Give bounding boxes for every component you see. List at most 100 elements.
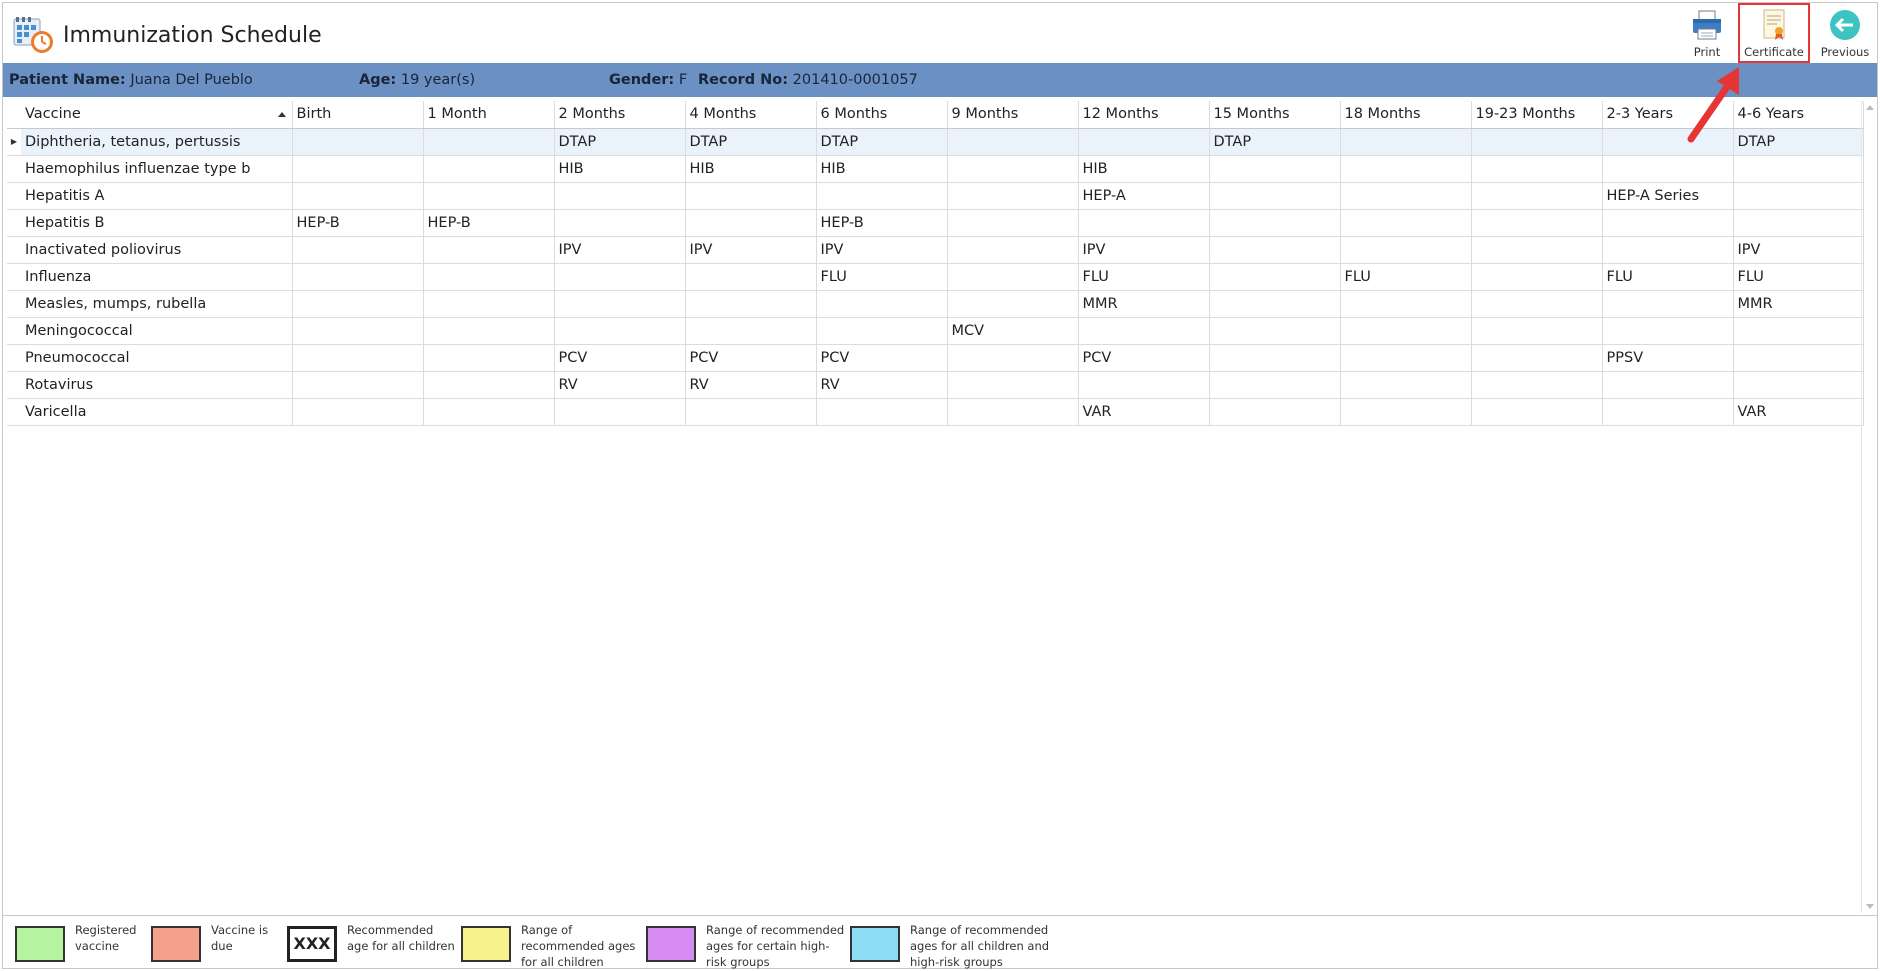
schedule-cell[interactable] bbox=[554, 290, 686, 318]
schedule-cell[interactable]: FLU bbox=[816, 263, 948, 291]
row-indicator[interactable] bbox=[7, 155, 21, 183]
schedule-cell[interactable]: PCV bbox=[554, 344, 686, 372]
schedule-cell[interactable] bbox=[816, 398, 948, 426]
schedule-cell[interactable]: HEP-B bbox=[816, 209, 948, 237]
vaccine-name-cell[interactable]: Influenza bbox=[21, 263, 293, 291]
row-indicator[interactable] bbox=[7, 290, 21, 318]
schedule-cell[interactable] bbox=[1733, 371, 1864, 399]
column-header-birth[interactable]: Birth bbox=[292, 101, 424, 129]
schedule-cell[interactable]: HEP-B bbox=[423, 209, 555, 237]
schedule-cell[interactable]: HIB bbox=[554, 155, 686, 183]
schedule-cell[interactable] bbox=[1471, 155, 1603, 183]
schedule-cell[interactable] bbox=[423, 128, 555, 156]
schedule-cell[interactable] bbox=[1471, 263, 1603, 291]
schedule-cell[interactable] bbox=[1209, 317, 1341, 345]
vaccine-name-cell[interactable]: Measles, mumps, rubella bbox=[21, 290, 293, 318]
table-row[interactable]: Meningococcal MCV bbox=[7, 317, 1864, 345]
schedule-cell[interactable]: FLU bbox=[1340, 263, 1472, 291]
schedule-cell[interactable] bbox=[947, 236, 1079, 264]
vaccine-name-cell[interactable]: Meningococcal bbox=[21, 317, 293, 345]
schedule-cell[interactable]: HEP-A Series bbox=[1602, 182, 1734, 210]
schedule-cell[interactable] bbox=[292, 128, 424, 156]
schedule-cell[interactable]: FLU bbox=[1602, 263, 1734, 291]
schedule-cell[interactable]: RV bbox=[554, 371, 686, 399]
schedule-cell[interactable] bbox=[1602, 209, 1734, 237]
schedule-cell[interactable] bbox=[1471, 182, 1603, 210]
schedule-cell[interactable]: PCV bbox=[1078, 344, 1210, 372]
schedule-cell[interactable] bbox=[1733, 155, 1864, 183]
schedule-cell[interactable]: RV bbox=[685, 371, 817, 399]
schedule-cell[interactable] bbox=[685, 398, 817, 426]
schedule-cell[interactable] bbox=[1209, 155, 1341, 183]
schedule-cell[interactable] bbox=[816, 182, 948, 210]
schedule-cell[interactable] bbox=[554, 263, 686, 291]
schedule-cell[interactable] bbox=[1471, 398, 1603, 426]
schedule-cell[interactable] bbox=[947, 182, 1079, 210]
row-indicator[interactable] bbox=[7, 317, 21, 345]
table-row[interactable]: ▶ Diphtheria, tetanus, pertussis DTAP DTAP D… bbox=[7, 128, 1864, 156]
schedule-cell[interactable] bbox=[947, 263, 1079, 291]
table-row[interactable]: Pneumococcal PCV PCV PCV PCV PPSV bbox=[7, 344, 1864, 372]
schedule-cell[interactable] bbox=[423, 371, 555, 399]
schedule-cell[interactable] bbox=[685, 263, 817, 291]
schedule-cell[interactable] bbox=[685, 317, 817, 345]
certificate-button[interactable]: Certificate bbox=[1738, 3, 1810, 63]
table-row[interactable]: Influenza FLU FLU FLU FLU FLU bbox=[7, 263, 1864, 291]
schedule-cell[interactable] bbox=[1340, 182, 1472, 210]
schedule-cell[interactable]: MCV bbox=[947, 317, 1079, 345]
schedule-cell[interactable]: RV bbox=[816, 371, 948, 399]
scroll-down-icon[interactable] bbox=[1866, 904, 1874, 909]
schedule-cell[interactable] bbox=[1340, 344, 1472, 372]
table-row[interactable]: Varicella VAR VAR bbox=[7, 398, 1864, 426]
table-row[interactable]: Measles, mumps, rubella MMR MMR bbox=[7, 290, 1864, 318]
schedule-cell[interactable] bbox=[1209, 209, 1341, 237]
previous-button[interactable]: Previous bbox=[1817, 7, 1873, 61]
column-header-19-23-months[interactable]: 19-23 Months bbox=[1471, 101, 1603, 129]
schedule-cell[interactable] bbox=[292, 236, 424, 264]
schedule-cell[interactable] bbox=[1733, 317, 1864, 345]
schedule-cell[interactable] bbox=[1340, 209, 1472, 237]
vaccine-name-cell[interactable]: Diphtheria, tetanus, pertussis bbox=[21, 128, 293, 156]
schedule-cell[interactable] bbox=[685, 209, 817, 237]
scroll-up-icon[interactable] bbox=[1866, 105, 1874, 110]
row-indicator[interactable] bbox=[7, 209, 21, 237]
schedule-cell[interactable] bbox=[1602, 155, 1734, 183]
schedule-cell[interactable]: FLU bbox=[1733, 263, 1864, 291]
schedule-cell[interactable] bbox=[947, 290, 1079, 318]
schedule-cell[interactable] bbox=[1340, 371, 1472, 399]
table-row[interactable]: Hepatitis B HEP-B HEP-B HEP-B bbox=[7, 209, 1864, 237]
row-indicator[interactable] bbox=[7, 182, 21, 210]
schedule-cell[interactable] bbox=[292, 182, 424, 210]
schedule-cell[interactable]: DTAP bbox=[1209, 128, 1341, 156]
schedule-cell[interactable]: VAR bbox=[1733, 398, 1864, 426]
schedule-cell[interactable] bbox=[816, 317, 948, 345]
schedule-cell[interactable] bbox=[947, 209, 1079, 237]
column-header-4-months[interactable]: 4 Months bbox=[685, 101, 817, 129]
schedule-cell[interactable] bbox=[1471, 128, 1603, 156]
schedule-cell[interactable] bbox=[423, 182, 555, 210]
schedule-cell[interactable] bbox=[292, 317, 424, 345]
schedule-cell[interactable]: HIB bbox=[816, 155, 948, 183]
schedule-cell[interactable] bbox=[1733, 209, 1864, 237]
schedule-cell[interactable] bbox=[947, 398, 1079, 426]
column-header-6-months[interactable]: 6 Months bbox=[816, 101, 948, 129]
schedule-cell[interactable]: DTAP bbox=[685, 128, 817, 156]
schedule-cell[interactable] bbox=[1602, 236, 1734, 264]
row-indicator[interactable] bbox=[7, 398, 21, 426]
schedule-cell[interactable] bbox=[1471, 317, 1603, 345]
schedule-cell[interactable] bbox=[816, 290, 948, 318]
schedule-cell[interactable] bbox=[1471, 209, 1603, 237]
schedule-cell[interactable]: IPV bbox=[685, 236, 817, 264]
row-indicator[interactable] bbox=[7, 236, 21, 264]
schedule-cell[interactable] bbox=[423, 317, 555, 345]
vaccine-name-cell[interactable]: Rotavirus bbox=[21, 371, 293, 399]
column-header-15-months[interactable]: 15 Months bbox=[1209, 101, 1341, 129]
vaccine-name-cell[interactable]: Varicella bbox=[21, 398, 293, 426]
schedule-cell[interactable] bbox=[947, 155, 1079, 183]
vaccine-name-cell[interactable]: Hepatitis B bbox=[21, 209, 293, 237]
vaccine-name-cell[interactable]: Pneumococcal bbox=[21, 344, 293, 372]
column-header-12-months[interactable]: 12 Months bbox=[1078, 101, 1210, 129]
schedule-cell[interactable]: HEP-A bbox=[1078, 182, 1210, 210]
schedule-cell[interactable]: PCV bbox=[685, 344, 817, 372]
table-row[interactable]: Hepatitis A HEP-A HEP-A Series bbox=[7, 182, 1864, 210]
